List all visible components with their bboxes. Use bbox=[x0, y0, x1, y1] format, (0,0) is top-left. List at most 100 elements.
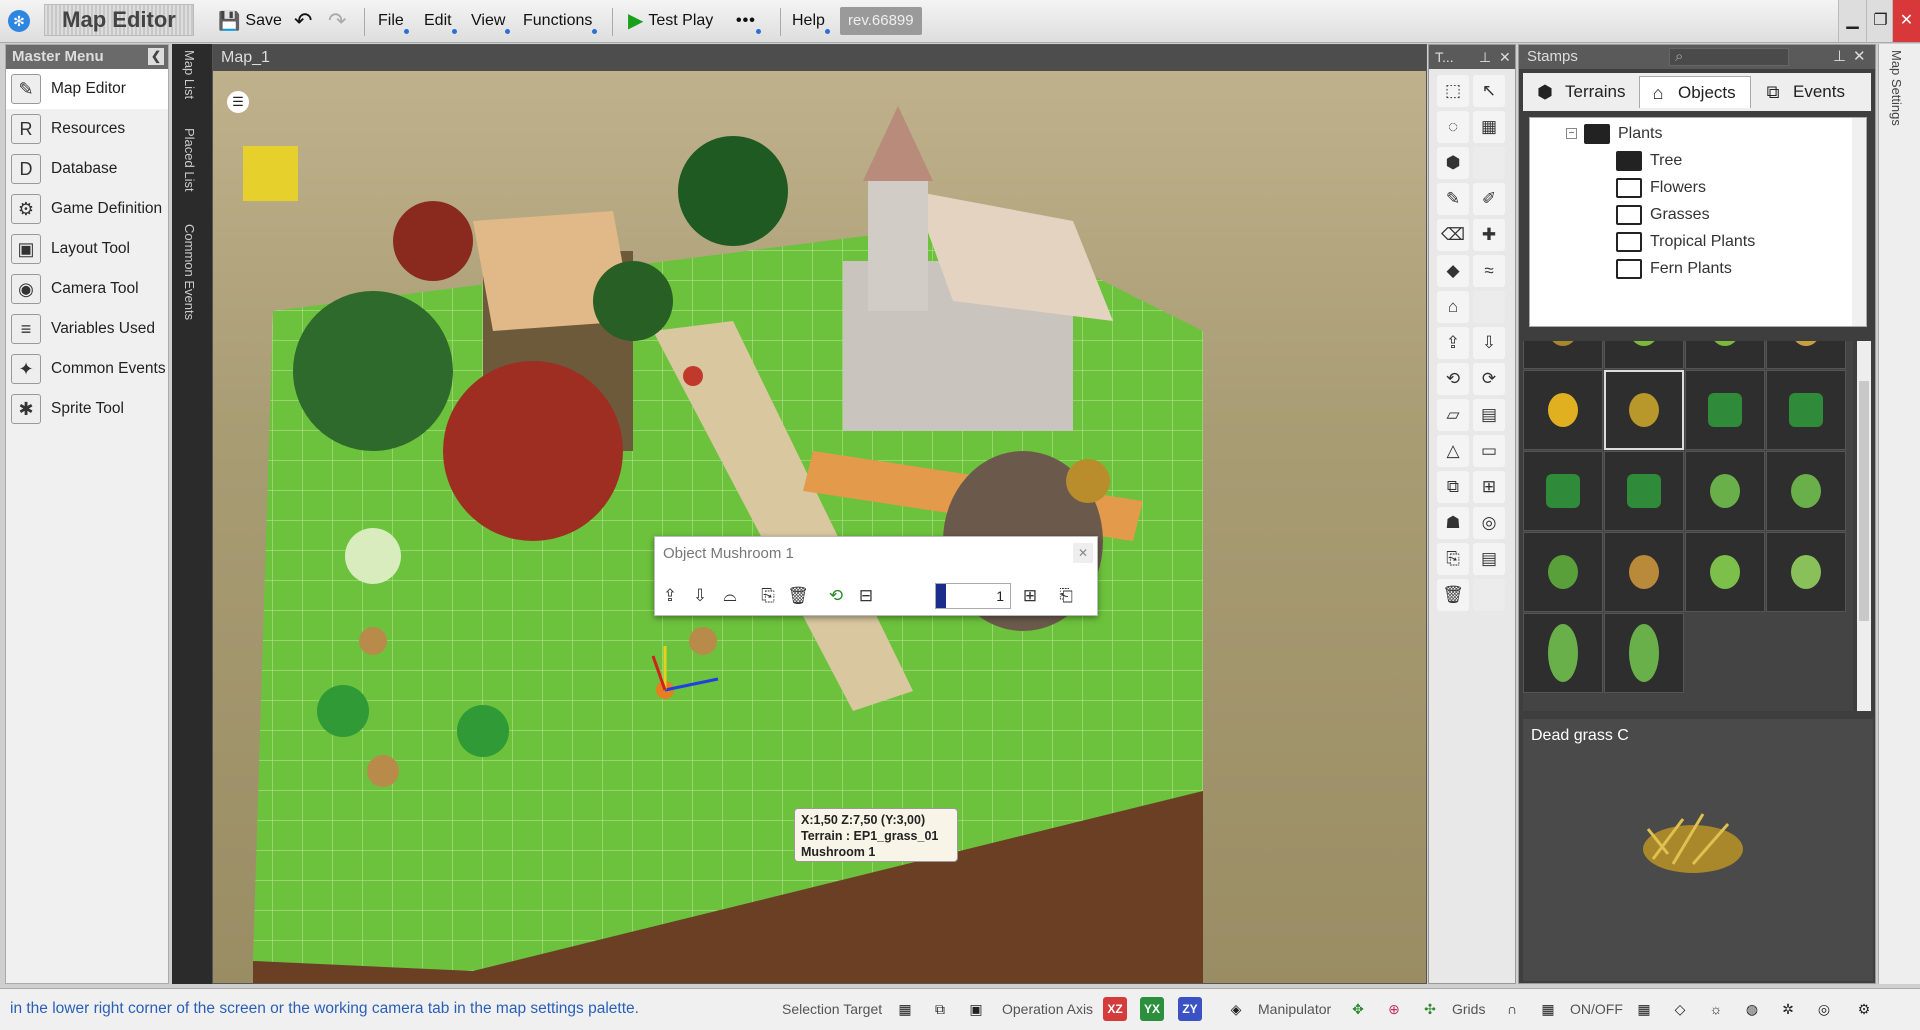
grid-icon[interactable]: ▦ bbox=[1536, 997, 1560, 1021]
master-menu-item[interactable]: ▣ Layout Tool bbox=[6, 229, 168, 269]
stamp-thumbnail[interactable] bbox=[1604, 532, 1684, 612]
ground-button[interactable]: ⌓ bbox=[715, 581, 745, 611]
smooth-icon[interactable]: ≈ bbox=[1473, 255, 1505, 287]
eraser-icon[interactable]: ⌫ bbox=[1437, 219, 1469, 251]
scale-gizmo-icon[interactable]: ✣ bbox=[1418, 997, 1442, 1021]
tab-objects[interactable]: ⌂ Objects bbox=[1639, 76, 1751, 108]
raise-button[interactable]: ⇪ bbox=[655, 581, 685, 611]
select-object-icon[interactable]: ⧉ bbox=[928, 997, 952, 1021]
light-icon[interactable]: ☼ bbox=[1704, 997, 1728, 1021]
house-stamp-icon[interactable]: ⌂ bbox=[1437, 291, 1469, 323]
stamp-thumbnail[interactable] bbox=[1604, 370, 1684, 450]
menu-file[interactable]: File bbox=[372, 6, 410, 36]
stamp-thumbnail[interactable] bbox=[1766, 341, 1846, 369]
stamp-thumbnail[interactable] bbox=[1766, 532, 1846, 612]
lower-button[interactable]: ⇩ bbox=[685, 581, 715, 611]
maximize-button[interactable]: ❐ bbox=[1866, 0, 1894, 42]
redo-button[interactable]: ↷ bbox=[322, 6, 352, 36]
master-menu-item[interactable]: ✎ Map Editor bbox=[6, 69, 168, 109]
collapse-icon[interactable]: ❮ bbox=[148, 48, 164, 65]
close-icon[interactable]: ✕ bbox=[1853, 45, 1866, 69]
rotate-button[interactable]: ⟲ bbox=[821, 581, 851, 611]
stamp-thumbnail[interactable] bbox=[1604, 451, 1684, 531]
axis-zy-button[interactable]: ZY bbox=[1178, 997, 1202, 1021]
copy-button[interactable]: ⎘ bbox=[753, 581, 783, 611]
paste-icon[interactable]: ⊞ bbox=[1473, 471, 1505, 503]
fill-icon[interactable]: ◆ bbox=[1437, 255, 1469, 287]
menu-help[interactable]: Help bbox=[786, 6, 831, 36]
test-play-button[interactable]: ▶ Test Play bbox=[622, 6, 719, 36]
select-event-icon[interactable]: ▣ bbox=[964, 997, 988, 1021]
layer-icon[interactable]: ◇ bbox=[1668, 997, 1692, 1021]
master-menu-item[interactable]: D Database bbox=[6, 149, 168, 189]
stamp-thumbnail[interactable] bbox=[1604, 341, 1684, 369]
master-menu-item[interactable]: R Resources bbox=[6, 109, 168, 149]
stamp-thumbnail[interactable] bbox=[1604, 613, 1684, 693]
master-menu-item[interactable]: ◉ Camera Tool bbox=[6, 269, 168, 309]
stamp-thumbnail[interactable] bbox=[1523, 341, 1603, 369]
popup-close-icon[interactable]: ✕ bbox=[1073, 543, 1093, 563]
tree-folder-5[interactable]: Fern Plants bbox=[1616, 253, 1732, 285]
map-settings-tab[interactable]: Map Settings bbox=[1878, 44, 1920, 984]
stamp-thumbnail[interactable] bbox=[1766, 451, 1846, 531]
settings-icon[interactable]: ✲ bbox=[1776, 997, 1800, 1021]
lower-icon[interactable]: ⇩ bbox=[1473, 327, 1505, 359]
terrain-flat-icon[interactable]: ▱ bbox=[1437, 399, 1469, 431]
brush-icon[interactable]: ✐ bbox=[1473, 183, 1505, 215]
stamp-thumbnail[interactable] bbox=[1523, 451, 1603, 531]
grid-select-icon[interactable]: ▦ bbox=[1473, 111, 1505, 143]
delete-button[interactable]: 🗑 bbox=[783, 581, 813, 611]
master-menu-item[interactable]: ✦ Common Events bbox=[6, 349, 168, 389]
grid-toggle-icon[interactable]: ▦ bbox=[1632, 997, 1656, 1021]
tab-common-events[interactable]: Common Events bbox=[182, 224, 197, 320]
stamp-thumbnail[interactable] bbox=[1685, 532, 1765, 612]
count-input[interactable]: 1 bbox=[935, 583, 1011, 609]
move-gizmo-icon[interactable]: ✥ bbox=[1346, 997, 1370, 1021]
tab-placed-list[interactable]: Placed List bbox=[182, 128, 197, 192]
close-icon[interactable]: ✕ bbox=[1499, 45, 1511, 69]
menu-view[interactable]: View bbox=[465, 6, 511, 36]
eyedropper-icon[interactable]: ✚ bbox=[1473, 219, 1505, 251]
undo-button[interactable]: ↶ bbox=[288, 6, 318, 36]
reset-button[interactable]: ⎗ bbox=[1051, 581, 1081, 611]
pin-icon[interactable]: ⊥ bbox=[1479, 45, 1491, 69]
stamp-thumbnail[interactable] bbox=[1523, 613, 1603, 693]
menu-functions[interactable]: Functions bbox=[517, 6, 598, 36]
rotate-gizmo-icon[interactable]: ⊕ bbox=[1382, 997, 1406, 1021]
stamp-thumbnail[interactable] bbox=[1685, 451, 1765, 531]
stamp-thumbnail[interactable] bbox=[1685, 370, 1765, 450]
axis-yx-button[interactable]: YX bbox=[1140, 997, 1164, 1021]
clipboard-icon[interactable]: ▤ bbox=[1473, 543, 1505, 575]
stamp-thumbnail[interactable] bbox=[1523, 370, 1603, 450]
stamp-icon[interactable]: ☗ bbox=[1437, 507, 1469, 539]
tab-terrains[interactable]: ⬢ Terrains bbox=[1527, 76, 1637, 108]
menu-edit[interactable]: Edit bbox=[418, 6, 458, 36]
stamp-thumbnail[interactable] bbox=[1523, 532, 1603, 612]
close-button[interactable]: ✕ bbox=[1892, 0, 1920, 42]
terrain-slope-icon[interactable]: △ bbox=[1437, 435, 1469, 467]
rect-select-icon[interactable]: ⬚ bbox=[1437, 75, 1469, 107]
circle-icon[interactable]: ◎ bbox=[1473, 507, 1505, 539]
rotate-icon[interactable]: ⟲ bbox=[1437, 363, 1469, 395]
raise-icon[interactable]: ⇪ bbox=[1437, 327, 1469, 359]
duplicate-icon[interactable]: ⎘ bbox=[1437, 543, 1469, 575]
flip-icon[interactable]: ⟳ bbox=[1473, 363, 1505, 395]
pencil-icon[interactable]: ✎ bbox=[1437, 183, 1469, 215]
minimize-button[interactable]: ▁ bbox=[1838, 0, 1866, 42]
globe-icon[interactable]: ◎ bbox=[1812, 997, 1836, 1021]
collapse-node-icon[interactable]: − bbox=[1566, 128, 1577, 139]
lasso-select-icon[interactable]: ◌ bbox=[1437, 111, 1469, 143]
master-menu-item[interactable]: ✱ Sprite Tool bbox=[6, 389, 168, 429]
stamp-thumbnail[interactable] bbox=[1685, 341, 1765, 369]
view-menu-icon[interactable]: ☰ bbox=[227, 91, 249, 113]
master-menu-item[interactable]: ≡ Variables Used bbox=[6, 309, 168, 349]
decrement-button[interactable]: ⊟ bbox=[851, 581, 881, 611]
manipulator-icon[interactable]: ◈ bbox=[1224, 997, 1248, 1021]
terrain-copy-icon[interactable]: ▭ bbox=[1473, 435, 1505, 467]
scroll-thumb[interactable] bbox=[1859, 381, 1869, 621]
magnet-icon[interactable]: ∩ bbox=[1500, 997, 1524, 1021]
stamps-search-input[interactable] bbox=[1669, 48, 1789, 66]
copy-icon[interactable]: ⧉ bbox=[1437, 471, 1469, 503]
trash-icon[interactable]: 🗑 bbox=[1437, 579, 1469, 611]
more-button[interactable]: ••• bbox=[730, 6, 762, 36]
